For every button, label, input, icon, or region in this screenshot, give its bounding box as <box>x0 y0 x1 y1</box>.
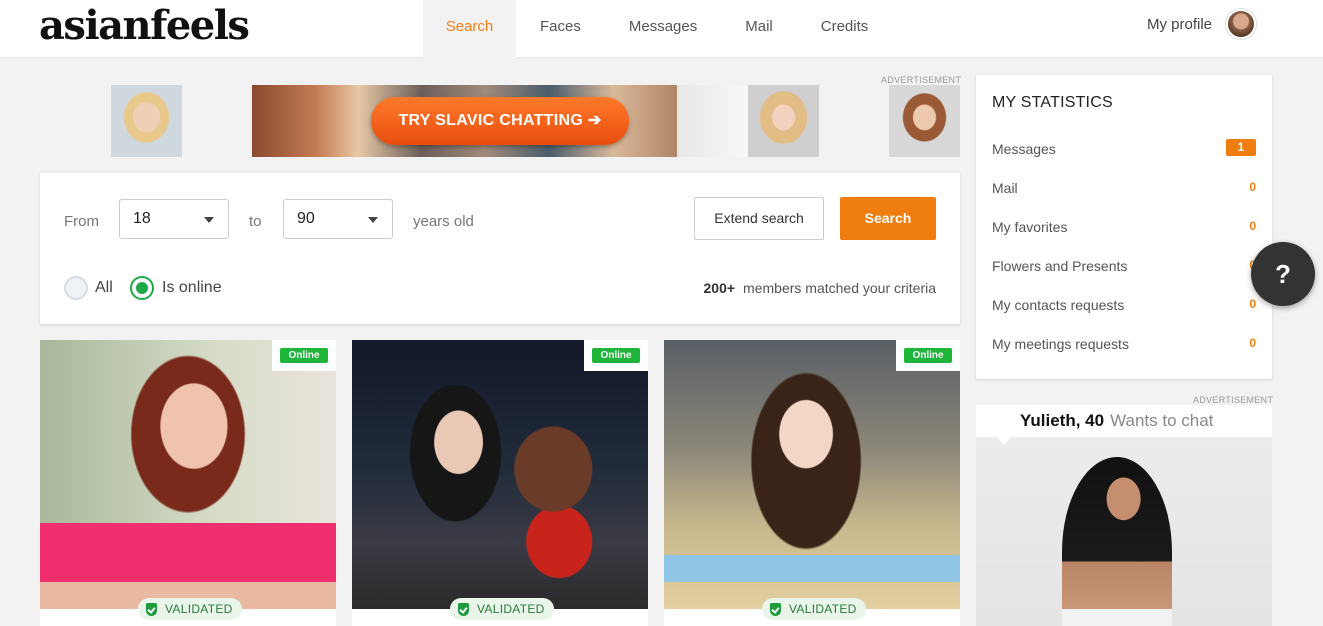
validated-badge: VALIDATED <box>138 598 242 620</box>
model-figure <box>1062 457 1172 626</box>
advertisement-label: ADVERTISEMENT <box>1193 395 1274 405</box>
stat-row-contacts-requests[interactable]: My contacts requests 0 <box>992 297 1256 313</box>
validated-badge: VALIDATED <box>450 598 554 620</box>
online-badge-label: Online <box>904 348 952 363</box>
stat-label[interactable]: Flowers and Presents <box>992 258 1127 274</box>
chevron-down-icon <box>368 217 378 223</box>
stat-row-messages[interactable]: Messages 1 <box>992 139 1256 157</box>
extend-search-button[interactable]: Extend search <box>694 197 824 240</box>
stat-label[interactable]: My contacts requests <box>992 297 1124 313</box>
search-button[interactable]: Search <box>840 197 936 240</box>
age-to-value: 90 <box>297 210 315 227</box>
ad-banner-fade <box>677 85 748 157</box>
side-ad-card[interactable]: Yulieth, 40 Wants to chat <box>976 405 1272 626</box>
radio-all[interactable] <box>64 276 88 300</box>
site-logo[interactable]: asianfeels <box>39 4 250 48</box>
validated-badge: VALIDATED <box>762 598 866 620</box>
radio-is-online[interactable] <box>130 276 154 300</box>
stat-row-mail[interactable]: Mail 0 <box>992 180 1256 196</box>
match-text: members matched your criteria <box>743 280 936 296</box>
stat-count: 0 <box>1249 180 1256 194</box>
validated-label: VALIDATED <box>477 602 545 616</box>
try-slavic-chatting-button[interactable]: TRY SLAVIC CHATTING ➔ <box>371 97 629 145</box>
shield-check-icon <box>770 602 781 616</box>
chevron-down-icon <box>204 217 214 223</box>
profile-card[interactable]: Online VALIDATED <box>664 340 960 626</box>
stat-label[interactable]: Mail <box>992 180 1018 196</box>
stat-row-favorites[interactable]: My favorites 0 <box>992 219 1256 235</box>
nav-mail[interactable]: Mail <box>721 0 797 58</box>
match-count: 200+ <box>703 280 736 296</box>
nav-credits[interactable]: Credits <box>797 0 893 58</box>
stat-count: 0 <box>1249 336 1256 350</box>
from-label: From <box>64 213 99 230</box>
shield-check-icon <box>146 602 157 616</box>
side-ad-photo[interactable] <box>976 437 1272 626</box>
age-from-select[interactable]: 18 <box>119 199 229 239</box>
profile-photo[interactable] <box>664 340 960 609</box>
profile-photo[interactable] <box>40 340 336 609</box>
validated-label: VALIDATED <box>165 602 233 616</box>
online-badge: Online <box>584 340 648 371</box>
nav-faces[interactable]: Faces <box>516 0 605 58</box>
shield-check-icon <box>458 602 469 616</box>
advertisement-label: ADVERTISEMENT <box>881 75 962 85</box>
stat-label[interactable]: Messages <box>992 141 1056 157</box>
ad-photo[interactable] <box>889 85 960 157</box>
online-badge: Online <box>896 340 960 371</box>
stats-title: MY STATISTICS <box>992 94 1113 111</box>
stat-label[interactable]: My favorites <box>992 219 1067 235</box>
stat-count-badge: 1 <box>1226 139 1256 156</box>
speech-notch <box>996 436 1012 445</box>
ad-photo[interactable] <box>748 85 819 157</box>
help-button[interactable]: ? <box>1251 242 1315 306</box>
age-to-select[interactable]: 90 <box>283 199 393 239</box>
search-panel: From 18 to 90 years old Extend search Se… <box>40 173 960 324</box>
radio-all-label[interactable]: All <box>95 279 113 297</box>
side-ad-subtitle: Wants to chat <box>1110 411 1214 430</box>
validated-label: VALIDATED <box>789 602 857 616</box>
stat-count: 0 <box>1249 297 1256 311</box>
profile-label[interactable]: My profile <box>1147 16 1212 33</box>
age-from-value: 18 <box>133 210 151 227</box>
match-summary: 200+ members matched your criteria <box>704 280 937 296</box>
stat-row-flowers-presents[interactable]: Flowers and Presents 0 <box>992 258 1256 274</box>
nav-messages[interactable]: Messages <box>605 0 721 58</box>
my-statistics-panel: MY STATISTICS Messages 1 Mail 0 My favor… <box>976 75 1272 379</box>
profile-menu[interactable]: My profile <box>1147 9 1257 39</box>
online-badge: Online <box>272 340 336 371</box>
avatar[interactable] <box>1226 9 1257 39</box>
ad-photo[interactable] <box>111 85 182 157</box>
nav-search[interactable]: Search <box>423 0 516 58</box>
top-header: asianfeels Search Faces Messages Mail Cr… <box>0 0 1323 58</box>
years-old-label: years old <box>413 213 474 230</box>
main-nav: Search Faces Messages Mail Credits <box>423 0 892 58</box>
side-ad-header: Yulieth, 40 Wants to chat <box>976 405 1272 437</box>
stat-count: 0 <box>1249 219 1256 233</box>
profile-card[interactable]: Online VALIDATED <box>352 340 648 626</box>
stat-label[interactable]: My meetings requests <box>992 336 1129 352</box>
side-ad-name: Yulieth, 40 <box>1020 411 1105 430</box>
ad-banner[interactable]: TRY SLAVIC CHATTING ➔ <box>252 85 677 157</box>
profile-photo[interactable] <box>352 340 648 609</box>
stat-row-meetings-requests[interactable]: My meetings requests 0 <box>992 336 1256 352</box>
to-label: to <box>249 213 262 230</box>
online-badge-label: Online <box>592 348 640 363</box>
profile-card[interactable]: Online VALIDATED <box>40 340 336 626</box>
radio-is-online-label[interactable]: Is online <box>162 279 222 297</box>
online-badge-label: Online <box>280 348 328 363</box>
